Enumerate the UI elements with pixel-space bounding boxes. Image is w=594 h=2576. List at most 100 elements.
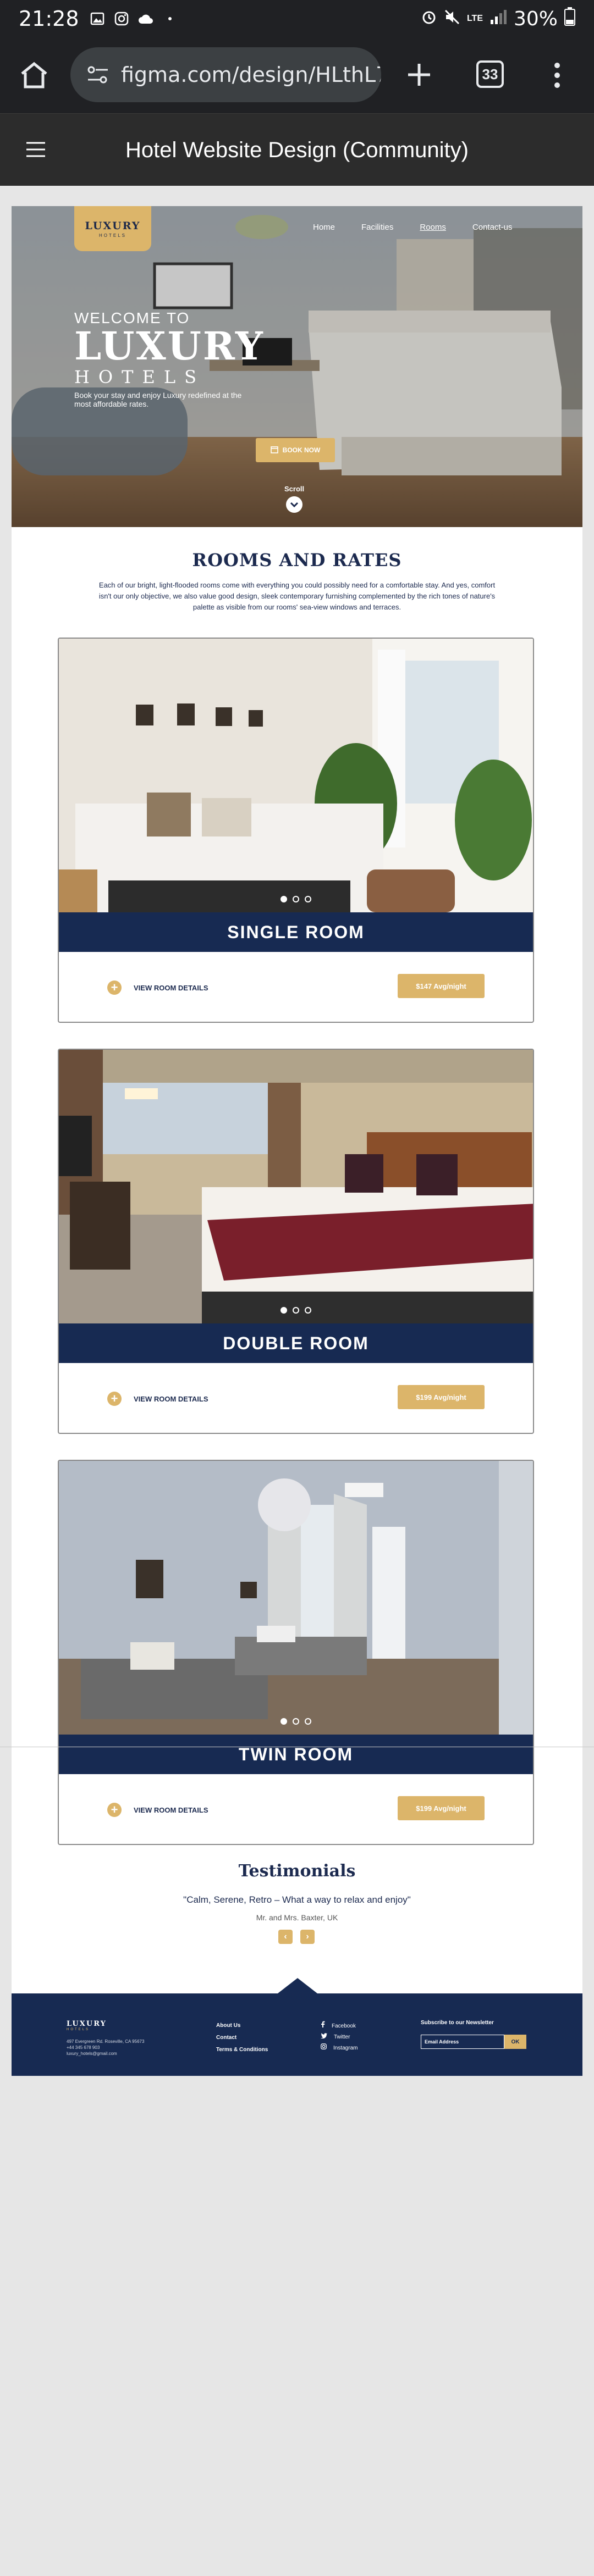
instagram-icon — [113, 10, 130, 27]
browser-toolbar: figma.com/design/HLthL7Ws1 33 — [0, 37, 594, 113]
room-card-footer: + VIEW ROOM DETAILS $199 Avg/night — [59, 1363, 533, 1433]
footer-phone: +44 345 678 903 — [67, 2045, 100, 2050]
nav-rooms[interactable]: Rooms — [420, 223, 446, 232]
site-settings-icon[interactable] — [87, 65, 109, 85]
view-room-details-link[interactable]: + VIEW ROOM DETAILS — [107, 1803, 208, 1817]
instagram-icon — [321, 2043, 327, 2054]
chevron-down-icon — [286, 496, 303, 513]
notification-dot-icon — [162, 10, 178, 27]
scroll-indicator[interactable]: Scroll — [284, 485, 304, 513]
carousel-dot[interactable] — [293, 896, 299, 902]
carousel-dot[interactable] — [305, 1718, 311, 1725]
calendar-icon — [270, 446, 278, 455]
footer-link-contact[interactable]: Contact — [216, 2032, 268, 2044]
scroll-label: Scroll — [284, 485, 305, 493]
single-room-photo[interactable] — [59, 639, 533, 912]
plus-icon: + — [107, 980, 122, 995]
social-facebook[interactable]: Facebook — [321, 2021, 358, 2032]
home-icon[interactable] — [20, 62, 48, 92]
twin-room-photo[interactable] — [59, 1461, 533, 1735]
testimonial-nav: ‹ › — [278, 1930, 315, 1944]
price-button[interactable]: $199 Avg/night — [398, 1796, 485, 1820]
carousel-dots[interactable] — [280, 1718, 311, 1725]
hotel-page-frame[interactable]: LUXURY HOTELS Home Facilities Rooms Cont… — [12, 206, 582, 2076]
view-room-details-link[interactable]: + VIEW ROOM DETAILS — [107, 1392, 208, 1406]
footer-logo[interactable]: LUXURY HOTELS — [67, 2020, 107, 2031]
carousel-dot[interactable] — [293, 1718, 299, 1725]
main-nav: Home Facilities Rooms Contact-us — [313, 223, 512, 232]
carousel-dot[interactable] — [280, 896, 287, 902]
hero-tagline: Book your stay and enjoy Luxury redefine… — [74, 391, 242, 408]
book-now-label: BOOK NOW — [282, 446, 321, 454]
social-instagram[interactable]: Instagram — [321, 2043, 358, 2054]
footer: LUXURY HOTELS 497 Evergreen Rd. Rosevill… — [12, 1978, 582, 2076]
figma-canvas[interactable]: LUXURY HOTELS Home Facilities Rooms Cont… — [0, 186, 594, 2576]
carousel-dot[interactable] — [293, 1307, 299, 1314]
battery-percent: 30% — [513, 7, 558, 30]
mute-icon — [444, 7, 460, 30]
room-name: SINGLE ROOM — [59, 912, 533, 952]
carousel-dot[interactable] — [305, 1307, 311, 1314]
status-bar: 21:28 LTE 30% — [0, 0, 594, 37]
carousel-dot[interactable] — [280, 1307, 287, 1314]
view-room-details-label: VIEW ROOM DETAILS — [134, 1805, 208, 1814]
twitter-icon — [321, 2032, 327, 2043]
hotel-logo[interactable]: LUXURY HOTELS — [74, 206, 151, 251]
tab-count: 33 — [482, 65, 498, 82]
cloud-icon — [138, 10, 154, 27]
rooms-description: Each of our bright, light-flooded rooms … — [98, 581, 496, 611]
view-room-details-label: VIEW ROOM DETAILS — [134, 983, 208, 992]
tab-switcher-button[interactable]: 33 — [476, 60, 504, 88]
double-room-image — [59, 1050, 533, 1323]
chevron-right-icon[interactable]: › — [300, 1930, 315, 1944]
nav-home[interactable]: Home — [313, 223, 335, 232]
nav-facilities[interactable]: Facilities — [361, 223, 393, 232]
hero-text: WELCOME TO LUXURY HOTELS Book your stay … — [74, 309, 265, 408]
nav-contact[interactable]: Contact-us — [472, 223, 513, 232]
room-card-single: SINGLE ROOM + VIEW ROOM DETAILS $147 Avg… — [58, 638, 534, 1023]
email-field[interactable]: Email Address — [421, 2035, 504, 2049]
hero-section: LUXURY HOTELS Home Facilities Rooms Cont… — [12, 206, 582, 527]
social-twitter[interactable]: Twitter — [321, 2032, 358, 2043]
alarm-icon — [421, 7, 437, 30]
plus-icon: + — [107, 1392, 122, 1406]
testimonials-title: Testimonials — [238, 1862, 356, 1881]
newsletter-label: Subscribe to our Newsletter — [421, 2020, 494, 2026]
footer-address: 497 Evergreen Rd. Roseville, CA 95673 — [67, 2039, 145, 2044]
single-room-image — [59, 639, 533, 912]
plus-icon: + — [107, 1803, 122, 1817]
price-button[interactable]: $199 Avg/night — [398, 1385, 485, 1409]
carousel-dots[interactable] — [280, 896, 311, 902]
signal-icon — [490, 7, 507, 30]
gallery-icon — [89, 10, 106, 27]
price-button[interactable]: $147 Avg/night — [398, 974, 485, 998]
footer-links: About Us Contact Terms & Conditions — [216, 2020, 268, 2056]
figma-header: Hotel Website Design (Community) — [0, 113, 594, 186]
view-room-details-link[interactable]: + VIEW ROOM DETAILS — [107, 980, 208, 995]
book-now-button[interactable]: BOOK NOW — [256, 438, 335, 462]
newsletter: Subscribe to our Newsletter Email Addres… — [421, 2020, 526, 2049]
facebook-icon — [321, 2021, 325, 2032]
url-text: figma.com/design/HLthL7Ws1 — [121, 63, 381, 87]
chevron-left-icon[interactable]: ‹ — [278, 1930, 293, 1944]
double-room-photo[interactable] — [59, 1050, 533, 1323]
carousel-dot[interactable] — [280, 1718, 287, 1725]
footer-link-about[interactable]: About Us — [216, 2020, 268, 2032]
room-card-footer: + VIEW ROOM DETAILS $147 Avg/night — [59, 952, 533, 1022]
footer-link-terms[interactable]: Terms & Conditions — [216, 2044, 268, 2056]
new-tab-icon[interactable] — [406, 62, 432, 91]
footer-notch — [278, 1978, 317, 1993]
carousel-dot[interactable] — [305, 896, 311, 902]
more-menu-icon[interactable] — [553, 62, 561, 92]
url-bar[interactable]: figma.com/design/HLthL7Ws1 — [70, 47, 381, 102]
hero-title: LUXURY — [74, 323, 265, 369]
room-name: TWIN ROOM — [59, 1735, 533, 1774]
twin-room-image — [59, 1461, 533, 1735]
footer-email: luxury_hotels@gmail.com — [67, 2051, 117, 2056]
view-room-details-label: VIEW ROOM DETAILS — [134, 1394, 208, 1403]
ok-button[interactable]: OK — [504, 2035, 526, 2049]
room-card-footer: + VIEW ROOM DETAILS $199 Avg/night — [59, 1774, 533, 1844]
status-time: 21:28 — [19, 7, 79, 31]
carousel-dots[interactable] — [280, 1307, 311, 1314]
footer-social: Facebook Twitter Instagram — [321, 2021, 358, 2054]
